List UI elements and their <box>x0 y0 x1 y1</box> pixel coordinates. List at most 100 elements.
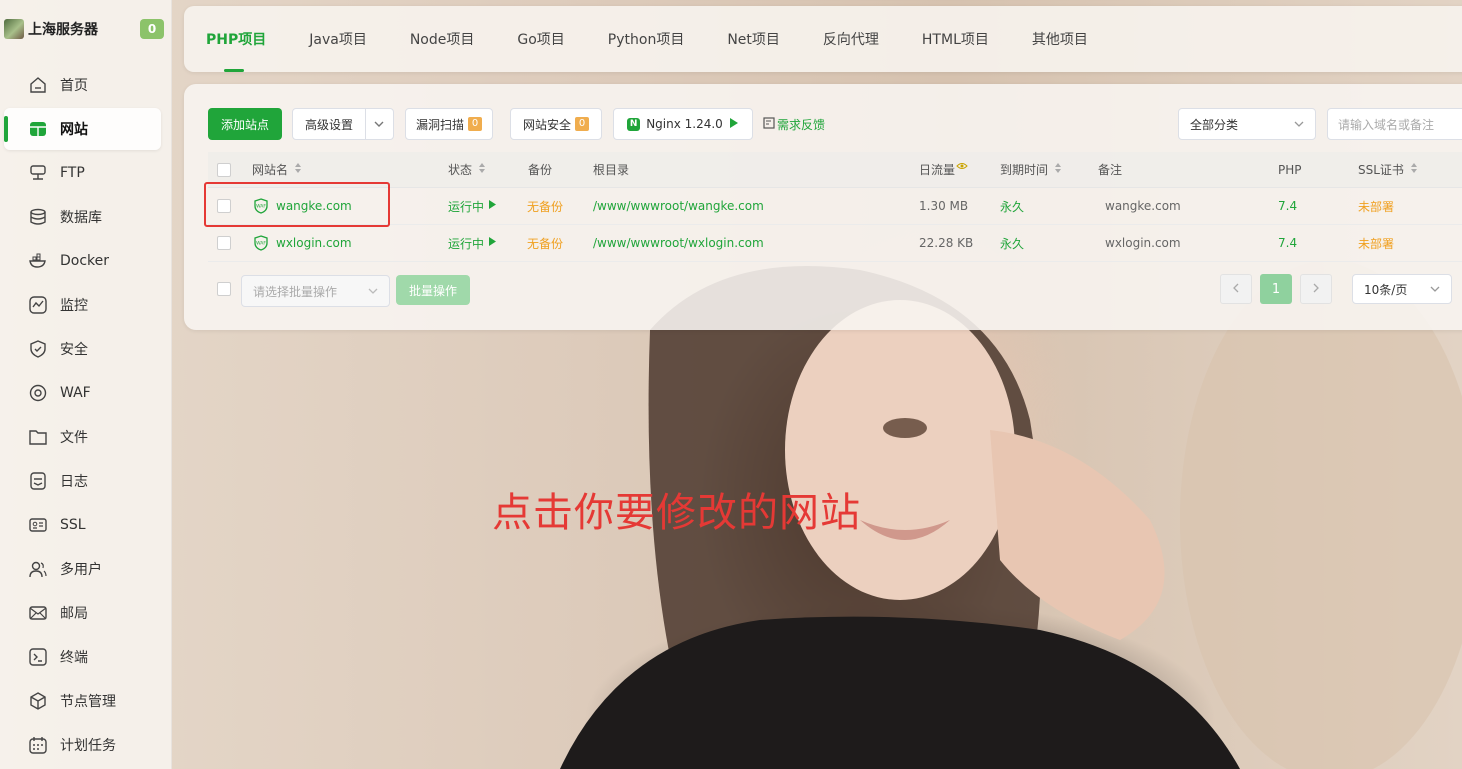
status-toggle[interactable]: 运行中 <box>448 188 497 224</box>
sidebar-item-label: WAF <box>60 385 91 401</box>
page-size-select[interactable]: 10条/页 <box>1352 274 1452 304</box>
sidebar-item-security[interactable]: 安全 <box>4 328 161 370</box>
chevron-right-icon <box>1311 282 1321 297</box>
site-security-label: 网站安全 <box>522 117 571 132</box>
site-list-panel: 添加站点 高级设置 漏洞扫描 0 网站安全 0 N Nginx 1.24.0 需… <box>184 84 1462 330</box>
project-tabs: PHP项目 Java项目 Node项目 Go项目 Python项目 Net项目 … <box>184 6 1462 72</box>
sidebar: 上海服务器 0 首页 网站 FTP 数据库 Docker 监控 安全 WAF 文… <box>0 0 172 769</box>
sidebar-item-files[interactable]: 文件 <box>4 416 161 458</box>
col-remark: 备注 <box>1098 163 1123 177</box>
table-header: 网站名 状态 备份 根目录 日流量 到期时间 备注 PHP SSL证书 <box>208 152 1462 188</box>
col-traffic[interactable]: 日流量 <box>919 152 968 187</box>
advanced-settings-button[interactable]: 高级设置 <box>292 108 394 140</box>
sidebar-item-label: Docker <box>60 253 110 269</box>
sidebar-item-ftp[interactable]: FTP <box>4 152 161 194</box>
root-dir-link[interactable]: /www/wwwroot/wangke.com <box>593 188 764 224</box>
tab-go[interactable]: Go项目 <box>517 6 564 72</box>
col-status[interactable]: 状态 <box>448 152 486 187</box>
sidebar-item-website[interactable]: 网站 <box>4 108 161 150</box>
waf-icon <box>28 383 48 403</box>
server-header[interactable]: 上海服务器 0 <box>4 16 164 42</box>
php-version-link[interactable]: 7.4 <box>1278 188 1297 224</box>
site-name-link[interactable]: wxlogin.com <box>276 225 352 261</box>
sidebar-item-home[interactable]: 首页 <box>4 64 161 106</box>
site-security-button[interactable]: 网站安全 0 <box>510 108 602 140</box>
chevron-down-icon <box>1293 118 1305 133</box>
col-traffic-label: 日流量 <box>919 163 956 177</box>
col-ssl[interactable]: SSL证书 <box>1358 152 1418 187</box>
shield-icon <box>28 339 48 359</box>
feedback-label: 需求反馈 <box>777 117 826 132</box>
sidebar-item-logs[interactable]: 日志 <box>4 460 161 502</box>
expire-link[interactable]: 永久 <box>1000 225 1024 261</box>
sidebar-item-cron[interactable]: 计划任务 <box>4 724 161 766</box>
sidebar-item-terminal[interactable]: 终端 <box>4 636 161 678</box>
col-site-name-label: 网站名 <box>252 163 289 177</box>
sidebar-item-label: 安全 <box>60 342 88 358</box>
ssl-link[interactable]: 未部署 <box>1358 225 1394 261</box>
traffic-value: 22.28 KB <box>919 236 974 250</box>
col-expire-label: 到期时间 <box>1000 163 1049 177</box>
col-site-name[interactable]: 网站名 <box>252 152 302 187</box>
backup-link[interactable]: 无备份 <box>527 225 563 261</box>
tab-reverse-proxy[interactable]: 反向代理 <box>823 6 879 72</box>
next-page-button[interactable] <box>1300 274 1332 304</box>
instruction-caption: 点击你要修改的网站 <box>492 490 861 536</box>
footer-select-all-checkbox[interactable] <box>217 282 231 296</box>
sidebar-item-users[interactable]: 多用户 <box>4 548 161 590</box>
remark-value[interactable]: wangke.com <box>1105 188 1181 224</box>
batch-action-button[interactable]: 批量操作 <box>396 275 470 305</box>
status-label: 运行中 <box>448 236 485 251</box>
expire-link[interactable]: 永久 <box>1000 188 1024 224</box>
backup-link[interactable]: 无备份 <box>527 188 563 224</box>
calendar-icon <box>28 735 48 755</box>
col-status-label: 状态 <box>448 163 473 177</box>
add-site-button[interactable]: 添加站点 <box>208 108 282 140</box>
play-icon <box>729 117 739 132</box>
sidebar-item-monitor[interactable]: 监控 <box>4 284 161 326</box>
col-backup: 备份 <box>528 163 553 177</box>
chevron-down-icon <box>373 118 385 133</box>
tab-net[interactable]: Net项目 <box>727 6 780 72</box>
row-checkbox[interactable] <box>217 225 231 261</box>
sidebar-item-label: 终端 <box>60 650 88 666</box>
sidebar-item-label: 节点管理 <box>60 694 116 710</box>
php-version-link[interactable]: 7.4 <box>1278 225 1297 261</box>
sidebar-item-mail[interactable]: 邮局 <box>4 592 161 634</box>
site-name-link[interactable]: wangke.com <box>276 188 352 224</box>
status-toggle[interactable]: 运行中 <box>448 225 497 261</box>
nginx-button[interactable]: N Nginx 1.24.0 <box>613 108 753 140</box>
sidebar-item-ssl[interactable]: SSL <box>4 504 161 546</box>
tab-node[interactable]: Node项目 <box>410 6 475 72</box>
tab-html[interactable]: HTML项目 <box>922 6 989 72</box>
feedback-link[interactable]: 需求反馈 <box>763 108 825 140</box>
sidebar-item-docker[interactable]: Docker <box>4 240 161 282</box>
col-expire[interactable]: 到期时间 <box>1000 152 1062 187</box>
sidebar-item-database[interactable]: 数据库 <box>4 196 161 238</box>
site-security-count-badge: 0 <box>575 117 589 131</box>
node-icon <box>28 691 48 711</box>
sidebar-item-nodes[interactable]: 节点管理 <box>4 680 161 722</box>
users-icon <box>28 559 48 579</box>
search-input[interactable]: 请输入域名或备注 <box>1327 108 1462 140</box>
tab-java[interactable]: Java项目 <box>309 6 367 72</box>
prev-page-button[interactable] <box>1220 274 1252 304</box>
remark-value[interactable]: wxlogin.com <box>1105 225 1181 261</box>
sort-icon <box>294 162 302 177</box>
sidebar-item-label: SSL <box>60 517 86 533</box>
batch-action-select[interactable]: 请选择批量操作 <box>241 275 390 307</box>
root-dir-link[interactable]: /www/wwwroot/wxlogin.com <box>593 225 764 261</box>
vuln-scan-button[interactable]: 漏洞扫描 0 <box>405 108 493 140</box>
ssl-link[interactable]: 未部署 <box>1358 188 1394 224</box>
server-name: 上海服务器 <box>28 22 98 38</box>
select-all-checkbox[interactable] <box>217 152 231 187</box>
tab-other[interactable]: 其他项目 <box>1032 6 1088 72</box>
tab-python[interactable]: Python项目 <box>608 6 685 72</box>
category-select[interactable]: 全部分类 <box>1178 108 1316 140</box>
page-1-button[interactable]: 1 <box>1260 274 1292 304</box>
tab-php[interactable]: PHP项目 <box>206 6 266 72</box>
vuln-scan-label: 漏洞扫描 <box>415 117 464 132</box>
row-checkbox[interactable] <box>217 188 231 224</box>
play-icon <box>488 199 497 213</box>
sidebar-item-waf[interactable]: WAF <box>4 372 161 414</box>
